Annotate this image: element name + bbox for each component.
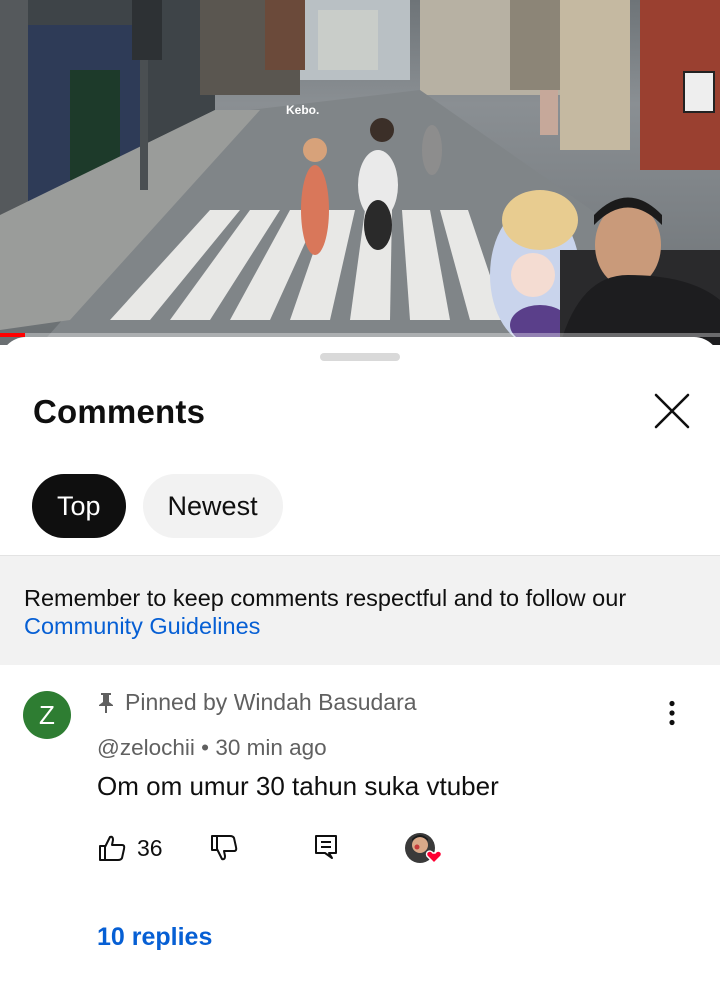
pinned-by-text: Pinned by Windah Basudara — [125, 689, 417, 715]
avatar[interactable]: Z — [23, 691, 71, 739]
comment-meta: @zelochii • 30 min ago — [97, 735, 327, 761]
thumb-up-icon — [99, 835, 126, 861]
dislike-button[interactable] — [209, 833, 239, 863]
notice-text: Remember to keep comments respectful and… — [24, 585, 627, 611]
creator-heart-icon — [405, 833, 443, 865]
meta-separator: • — [201, 735, 210, 760]
chip-newest[interactable]: Newest — [142, 474, 283, 538]
comments-title: Comments — [33, 393, 206, 430]
comment-more-button[interactable] — [652, 693, 692, 733]
video-player[interactable]: Kebo. — [0, 0, 720, 345]
comment-filter-chips: Top Newest — [32, 474, 283, 538]
chip-top[interactable]: Top — [32, 474, 126, 538]
reply-button[interactable] — [313, 833, 339, 861]
like-button[interactable]: 36 — [97, 833, 163, 863]
comments-sheet: Comments Top Newest Remember to keep com… — [0, 337, 720, 985]
like-count: 36 — [137, 834, 163, 861]
comment-time: 30 min ago — [215, 735, 327, 760]
pin-icon — [99, 692, 113, 713]
comment-text: Om om umur 30 tahun suka vtuber — [97, 771, 499, 801]
comment-reply-icon — [315, 835, 337, 859]
overlay-tag: Kebo. — [286, 103, 319, 117]
community-guidelines-link[interactable]: Community Guidelines — [24, 612, 696, 640]
pinned-label: Pinned by Windah Basudara — [97, 689, 417, 716]
view-replies-button[interactable]: 10 replies — [97, 923, 212, 952]
thumb-down-icon — [211, 835, 238, 861]
close-icon — [654, 393, 690, 429]
community-notice: Remember to keep comments respectful and… — [0, 555, 720, 665]
creator-heart-badge — [403, 831, 445, 873]
more-vert-icon — [669, 700, 675, 726]
video-frame: Kebo. — [0, 0, 720, 345]
comment-author[interactable]: @zelochii — [97, 735, 195, 760]
comment-item: Z Pinned by Windah Basudara @zelochii • … — [0, 665, 720, 985]
close-button[interactable] — [650, 389, 694, 433]
drag-handle[interactable] — [320, 353, 400, 361]
